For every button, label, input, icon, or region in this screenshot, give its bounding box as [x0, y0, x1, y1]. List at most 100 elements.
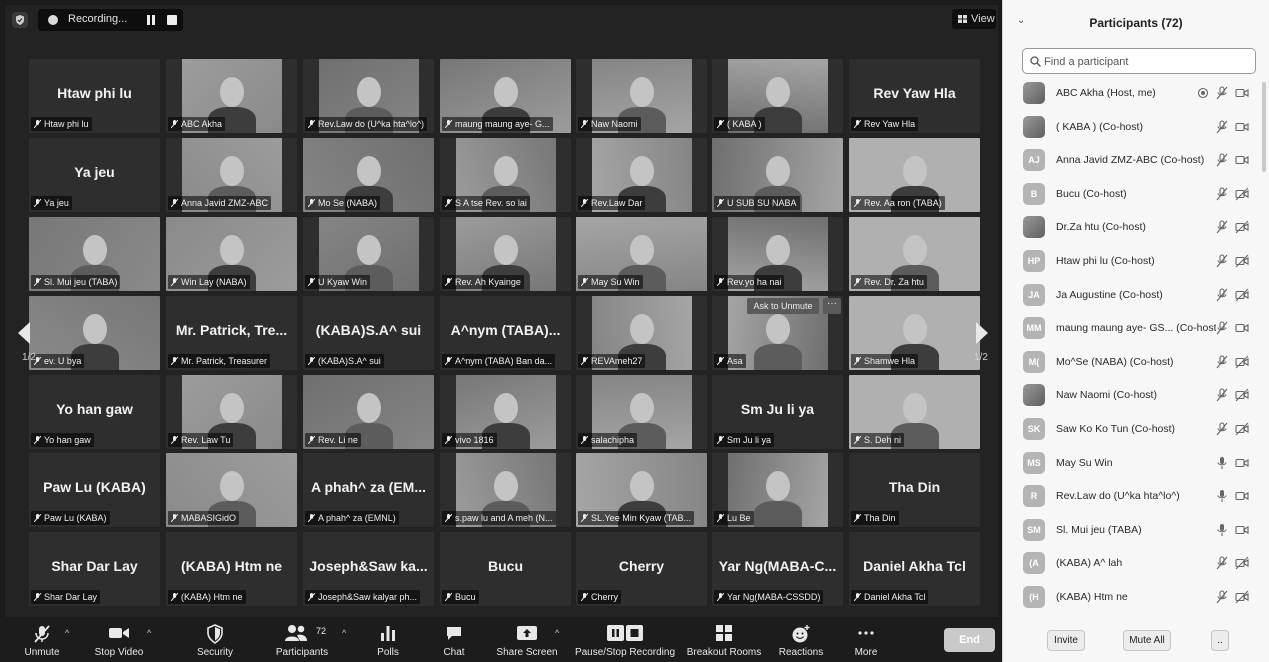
- microphone-icon[interactable]: [1215, 456, 1229, 470]
- video-tile[interactable]: REVAmeh27: [576, 296, 707, 370]
- share-screen-button[interactable]: ^ Share Screen: [495, 618, 559, 662]
- invite-button[interactable]: Invite: [1047, 630, 1085, 651]
- muted-microphone-icon[interactable]: [1215, 321, 1229, 335]
- participant-row[interactable]: (A (KABA) A^ lah: [1003, 547, 1269, 581]
- unmute-button[interactable]: ^ Unmute: [10, 618, 74, 662]
- participant-row[interactable]: (H (KABA) Htm ne: [1003, 581, 1269, 615]
- pause-recording-icon[interactable]: [146, 15, 156, 25]
- camera-icon[interactable]: [1235, 153, 1249, 167]
- video-tile[interactable]: (KABA)S.A^ sui (KABA)S.A^ sui: [303, 296, 434, 370]
- stop-recording-icon[interactable]: [167, 15, 177, 25]
- video-tile[interactable]: Rev.Law Dar: [576, 138, 707, 212]
- muted-microphone-icon[interactable]: [1215, 422, 1229, 436]
- participant-search-box[interactable]: [1022, 48, 1256, 74]
- video-tile[interactable]: MABASIGidO: [166, 453, 297, 527]
- stop-video-button[interactable]: ^ Stop Video: [84, 618, 154, 662]
- camera-off-icon[interactable]: [1235, 355, 1249, 369]
- participant-row[interactable]: Naw Naomi (Co-host): [1003, 379, 1269, 413]
- video-tile[interactable]: Mr. Patrick, Tre... Mr. Patrick, Treasure…: [166, 296, 297, 370]
- video-tile[interactable]: Bucu Bucu: [440, 532, 571, 606]
- video-tile[interactable]: vivo 1816: [440, 375, 571, 449]
- participant-row[interactable]: SK Saw Ko Ko Tun (Co-host): [1003, 413, 1269, 447]
- video-tile[interactable]: ev. U bya: [29, 296, 160, 370]
- camera-off-icon[interactable]: [1235, 220, 1249, 234]
- security-button[interactable]: Security: [188, 618, 242, 662]
- breakout-rooms-button[interactable]: Breakout Rooms: [686, 618, 762, 662]
- video-tile[interactable]: Cherry Cherry: [576, 532, 707, 606]
- video-tile[interactable]: Anna Javid ZMZ-ABC: [166, 138, 297, 212]
- muted-microphone-icon[interactable]: [1215, 590, 1229, 604]
- more-button[interactable]: More: [848, 618, 884, 662]
- video-tile[interactable]: Win Lay (NABA): [166, 217, 297, 291]
- microphone-icon[interactable]: [1215, 523, 1229, 537]
- camera-icon[interactable]: [1235, 321, 1249, 335]
- participant-row[interactable]: Dr.Za htu (Co-host): [1003, 211, 1269, 245]
- camera-icon[interactable]: [1235, 456, 1249, 470]
- video-tile[interactable]: s.paw lu and A meh (N...: [440, 453, 571, 527]
- camera-off-icon[interactable]: [1235, 590, 1249, 604]
- video-tile[interactable]: Rev. Dr. Za htu: [849, 217, 980, 291]
- video-tile[interactable]: maung maung aye- G...: [440, 59, 571, 133]
- panel-more-button[interactable]: ..: [1211, 630, 1229, 651]
- video-tile[interactable]: Rev. Li ne: [303, 375, 434, 449]
- participant-row[interactable]: MS May Su Win: [1003, 447, 1269, 481]
- muted-microphone-icon[interactable]: [1215, 220, 1229, 234]
- video-tile[interactable]: Rev.Law do (U^ka hta^lo^): [303, 59, 434, 133]
- muted-microphone-icon[interactable]: [1215, 388, 1229, 402]
- chat-button[interactable]: Chat: [437, 618, 471, 662]
- camera-icon[interactable]: [1235, 86, 1249, 100]
- video-tile[interactable]: Yo han gaw Yo han gaw: [29, 375, 160, 449]
- video-tile[interactable]: ABC Akha: [166, 59, 297, 133]
- video-tile[interactable]: Rev. Aa ron (TABA): [849, 138, 980, 212]
- participants-button[interactable]: 72 ^ Participants: [270, 618, 346, 662]
- video-tile[interactable]: Shamwe Hla: [849, 296, 980, 370]
- next-page-arrow-icon[interactable]: [972, 320, 992, 346]
- video-tile[interactable]: SL.Yee Min Kyaw (TAB...: [576, 453, 707, 527]
- video-tile[interactable]: Shar Dar Lay Shar Dar Lay: [29, 532, 160, 606]
- camera-icon[interactable]: [1235, 523, 1249, 537]
- tile-more-options-button[interactable]: ···: [823, 298, 841, 314]
- video-tile[interactable]: Paw Lu (KABA) Paw Lu (KABA): [29, 453, 160, 527]
- video-tile[interactable]: Joseph&Saw ka... Joseph&Saw kalyar ph...: [303, 532, 434, 606]
- video-tile[interactable]: Rev. Ah Kyainge: [440, 217, 571, 291]
- unmute-options-caret-icon[interactable]: ^: [65, 628, 69, 638]
- camera-icon[interactable]: [1235, 489, 1249, 503]
- video-tile[interactable]: S A tse Rev. so lai: [440, 138, 571, 212]
- view-button[interactable]: View: [952, 9, 996, 29]
- polls-button[interactable]: Polls: [370, 618, 406, 662]
- camera-off-icon[interactable]: [1235, 187, 1249, 201]
- share-options-caret-icon[interactable]: ^: [555, 628, 559, 638]
- muted-microphone-icon[interactable]: [1215, 187, 1229, 201]
- video-tile[interactable]: ( KABA ): [712, 59, 843, 133]
- participant-row[interactable]: SM Sl. Mui jeu (TABA): [1003, 514, 1269, 548]
- video-tile[interactable]: Lu Be: [712, 453, 843, 527]
- video-options-caret-icon[interactable]: ^: [147, 628, 151, 638]
- video-tile[interactable]: A phah^ za (EM... A phah^ za (EMNL): [303, 453, 434, 527]
- participant-list-scrollbar[interactable]: [1262, 82, 1266, 172]
- video-tile[interactable]: Ya jeu Ya jeu: [29, 138, 160, 212]
- muted-microphone-icon[interactable]: [1215, 355, 1229, 369]
- video-tile[interactable]: Tha Din Tha Din: [849, 453, 980, 527]
- participant-row[interactable]: HP Htaw phi lu (Co-host): [1003, 245, 1269, 279]
- camera-off-icon[interactable]: [1235, 254, 1249, 268]
- participant-row[interactable]: M(Mo^Se (NABA) (Co-host): [1003, 346, 1269, 380]
- video-tile[interactable]: Rev.yo ha nai: [712, 217, 843, 291]
- video-tile[interactable]: salachipha: [576, 375, 707, 449]
- participant-row[interactable]: R Rev.Law do (U^ka hta^lo^): [1003, 480, 1269, 514]
- pause-stop-recording-button[interactable]: Pause/Stop Recording: [573, 618, 677, 662]
- video-tile[interactable]: U Kyaw Win: [303, 217, 434, 291]
- video-tile[interactable]: Sm Ju li ya Sm Ju li ya: [712, 375, 843, 449]
- video-tile[interactable]: Mo Se (NABA): [303, 138, 434, 212]
- participant-row[interactable]: ABC Akha (Host, me): [1003, 77, 1269, 111]
- participant-row[interactable]: MM maung maung aye- GS... (Co-host): [1003, 312, 1269, 346]
- camera-off-icon[interactable]: [1235, 388, 1249, 402]
- video-tile[interactable]: (KABA) Htm ne (KABA) Htm ne: [166, 532, 297, 606]
- end-meeting-button[interactable]: End: [944, 628, 995, 652]
- video-tile[interactable]: Naw Naomi: [576, 59, 707, 133]
- video-tile[interactable]: Htaw phi lu Htaw phi lu: [29, 59, 160, 133]
- participant-search-input[interactable]: [1044, 53, 1249, 70]
- participant-row[interactable]: ( KABA ) (Co-host): [1003, 111, 1269, 145]
- video-tile[interactable]: Sl. Mui jeu (TABA): [29, 217, 160, 291]
- participants-options-caret-icon[interactable]: ^: [342, 628, 346, 638]
- video-tile[interactable]: May Su Win: [576, 217, 707, 291]
